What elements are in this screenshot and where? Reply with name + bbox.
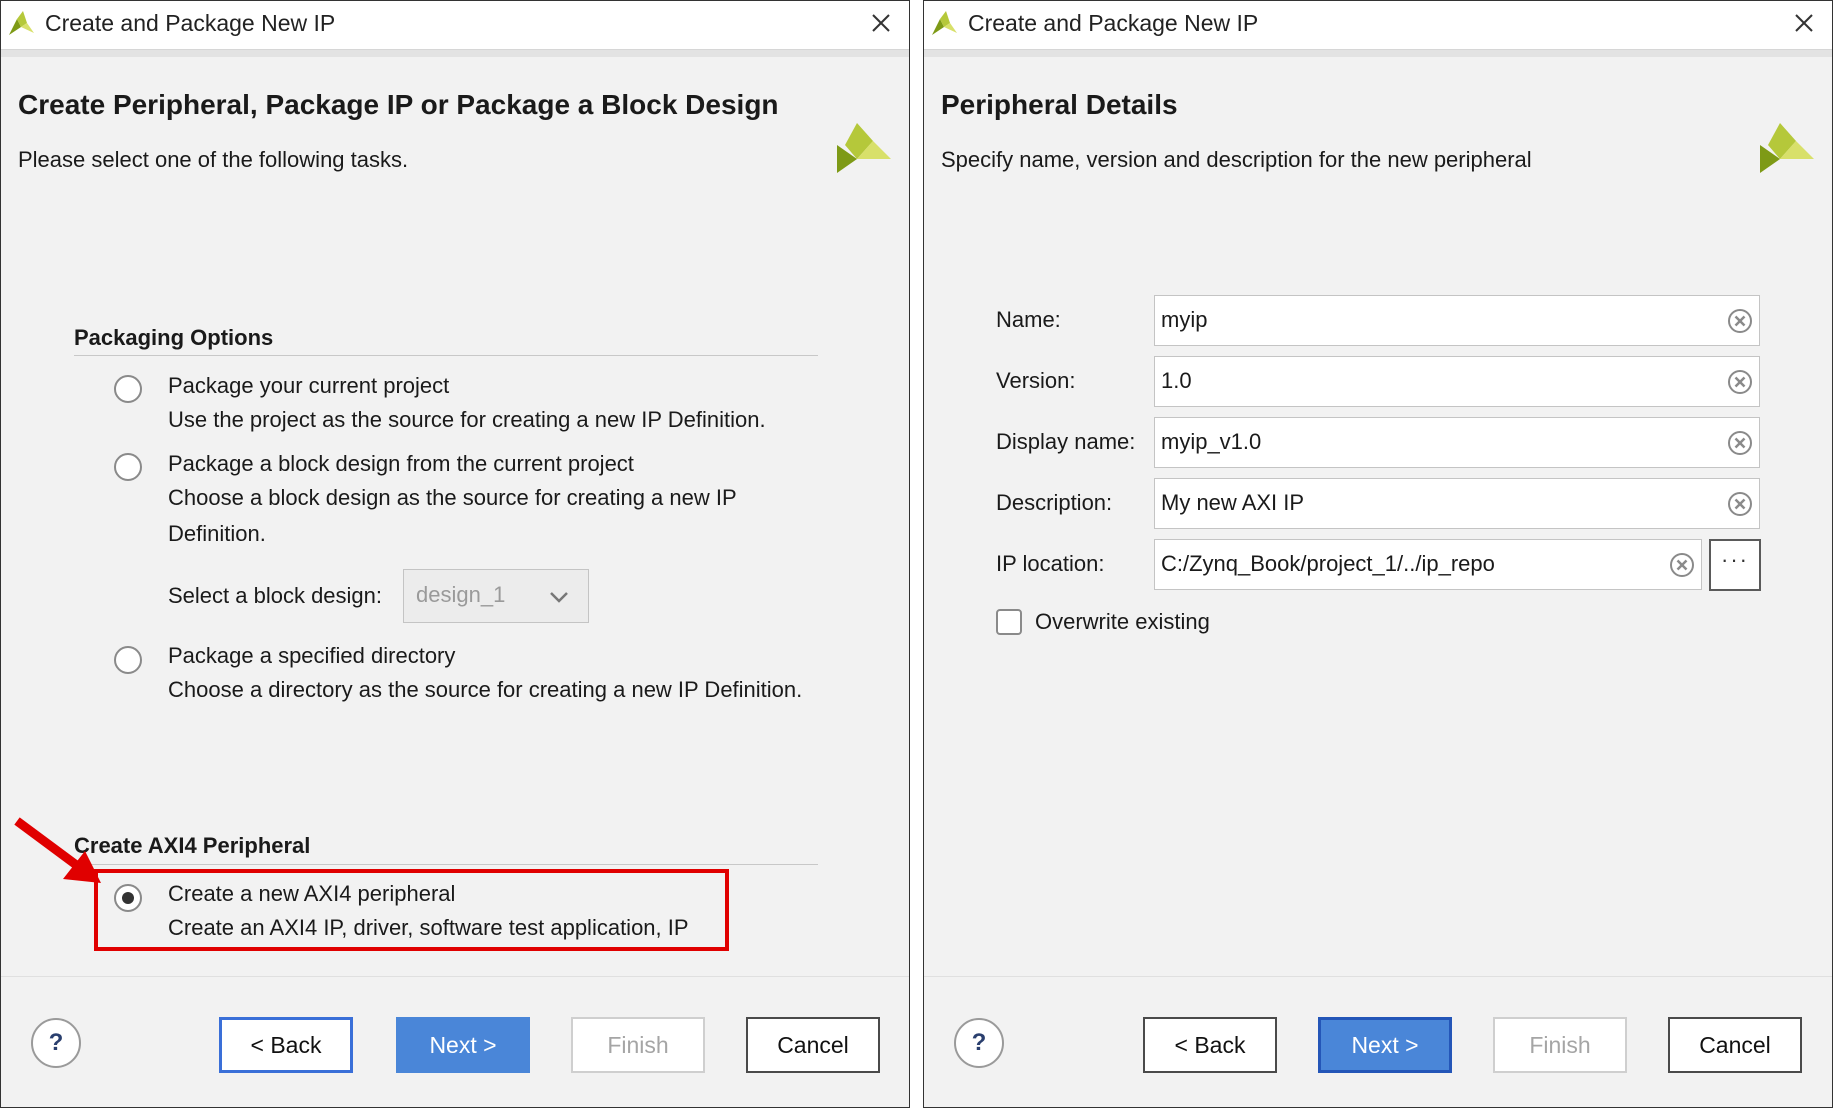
package-ip-dialog-right: Create and Package New IP Peripheral Det… [923, 0, 1833, 1108]
annotation-arrow-icon [14, 817, 101, 883]
footer-divider [1, 976, 909, 977]
package-ip-dialog-left: Create and Package New IP Create Periphe… [0, 0, 910, 1108]
title-bar: Create and Package New IP [924, 1, 1832, 50]
vivado-logo-icon [9, 11, 34, 35]
clear-icon[interactable] [1727, 308, 1753, 334]
version-field[interactable]: 1.0 [1154, 356, 1760, 407]
version-label: Version: [996, 368, 1076, 393]
ip-location-label: IP location: [996, 551, 1105, 576]
help-button[interactable]: ? [954, 1018, 1004, 1068]
packaging-options-heading: Packaging Options [74, 325, 274, 350]
radio-package-current-project[interactable] [114, 375, 142, 403]
page-subtitle: Specify name, version and description fo… [941, 147, 1532, 172]
option-label: Package a specified directory [168, 643, 456, 668]
display-name-field[interactable]: myip_v1.0 [1154, 417, 1760, 468]
clear-icon[interactable] [1669, 552, 1695, 578]
vivado-logo-icon [932, 11, 957, 35]
description-label: Description: [996, 490, 1113, 515]
option-description: Choose a block design as the source for … [168, 485, 737, 546]
option-label: Package a block design from the current … [168, 451, 634, 476]
option-label: Package your current project [168, 373, 450, 398]
finish-button[interactable]: Finish [571, 1017, 705, 1073]
page-title: Peripheral Details [941, 89, 1178, 120]
radio-package-directory[interactable] [114, 646, 142, 674]
name-field[interactable]: myip [1154, 295, 1760, 346]
window-title: Create and Package New IP [968, 10, 1259, 36]
axi-peripheral-heading: Create AXI4 Peripheral [74, 833, 311, 858]
name-value: myip [1161, 307, 1208, 332]
section-divider [74, 864, 818, 865]
radio-package-block-design[interactable] [114, 453, 142, 481]
block-design-select[interactable]: design_1 [403, 569, 589, 623]
clear-icon[interactable] [1727, 430, 1753, 456]
description-field[interactable]: My new AXI IP [1154, 478, 1760, 529]
option-description: Choose a directory as the source for cre… [168, 677, 803, 702]
chevron-down-icon [550, 592, 568, 603]
back-button[interactable]: < Back [1143, 1017, 1277, 1073]
page-title: Create Peripheral, Package IP or Package… [18, 89, 779, 120]
version-value: 1.0 [1161, 368, 1192, 393]
window-title: Create and Package New IP [45, 10, 336, 36]
next-button[interactable]: Next > [1318, 1017, 1452, 1073]
clear-icon[interactable] [1727, 369, 1753, 395]
page-subtitle: Please select one of the following tasks… [18, 147, 409, 172]
display-name-label: Display name: [996, 429, 1136, 454]
finish-button[interactable]: Finish [1493, 1017, 1627, 1073]
browse-button[interactable]: ··· [1709, 539, 1761, 591]
vivado-brand-icon [837, 123, 891, 173]
display-name-value: myip_v1.0 [1161, 429, 1262, 454]
overwrite-existing-checkbox[interactable] [996, 609, 1022, 635]
ip-location-value: C:/Zynq_Book/project_1/../ip_repo [1161, 551, 1495, 576]
block-design-label: Select a block design: [168, 583, 383, 608]
footer-divider [924, 976, 1832, 977]
description-value: My new AXI IP [1161, 490, 1305, 515]
next-button[interactable]: Next > [396, 1017, 530, 1073]
annotation-highlight-box [94, 869, 729, 951]
title-separator [924, 50, 1832, 57]
close-icon[interactable] [865, 7, 897, 39]
name-label: Name: [996, 307, 1061, 332]
block-design-value: design_1 [416, 582, 506, 607]
back-button[interactable]: < Back [219, 1017, 353, 1073]
section-divider [74, 355, 818, 356]
overwrite-existing-label: Overwrite existing [1035, 609, 1210, 634]
help-button[interactable]: ? [31, 1018, 81, 1068]
option-description: Use the project as the source for creati… [168, 407, 766, 432]
title-separator [1, 50, 909, 57]
close-icon[interactable] [1788, 7, 1820, 39]
cancel-button[interactable]: Cancel [746, 1017, 880, 1073]
clear-icon[interactable] [1727, 491, 1753, 517]
title-bar: Create and Package New IP [1, 1, 909, 50]
ip-location-field[interactable]: C:/Zynq_Book/project_1/../ip_repo [1154, 539, 1702, 590]
vivado-brand-icon [1760, 123, 1814, 173]
cancel-button[interactable]: Cancel [1668, 1017, 1802, 1073]
